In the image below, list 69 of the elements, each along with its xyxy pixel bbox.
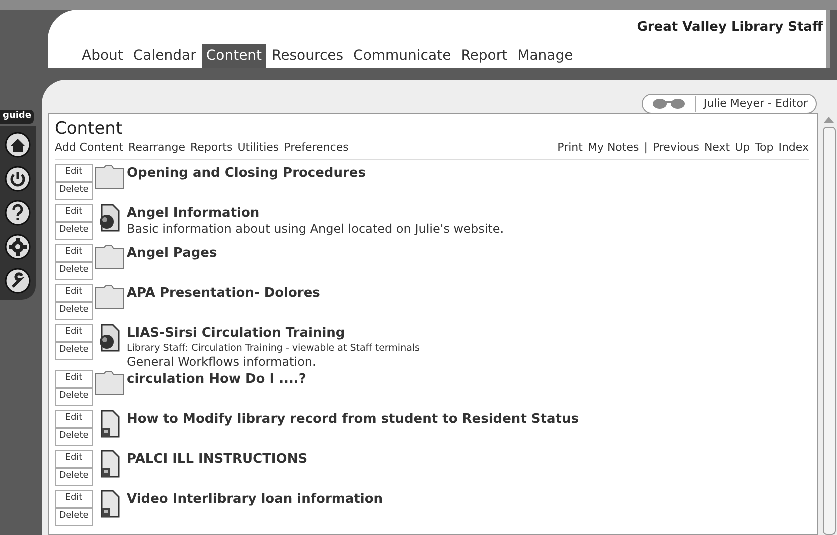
guide-label[interactable]: guide — [0, 110, 34, 124]
document-icon — [99, 450, 121, 478]
item-title[interactable]: LIAS-Sirsi Circulation Training — [127, 324, 420, 342]
edit-button[interactable]: Edit — [55, 370, 93, 388]
edit-button[interactable]: Edit — [55, 244, 93, 262]
scrollbar-thumb[interactable] — [822, 127, 836, 535]
page-title: Content — [55, 118, 124, 140]
item-description: General Workflows information. — [127, 354, 318, 370]
document-icon — [99, 410, 121, 438]
delete-button[interactable]: Delete — [55, 182, 93, 200]
home-icon[interactable] — [5, 132, 31, 158]
nav-link[interactable]: Index — [778, 140, 809, 156]
site-title: Great Valley Library Staff — [637, 19, 823, 37]
folder-icon — [95, 244, 125, 270]
edit-button[interactable]: Edit — [55, 164, 93, 182]
help-icon[interactable] — [5, 200, 31, 226]
folder-icon — [95, 164, 125, 190]
nav-link[interactable]: Previous — [652, 140, 700, 156]
nav-link[interactable]: Next — [704, 140, 730, 156]
delete-button[interactable]: Delete — [55, 468, 93, 486]
edit-button[interactable]: Edit — [55, 324, 93, 342]
link-separator: | — [644, 140, 648, 156]
item-title[interactable]: Angel Information — [127, 204, 504, 222]
item-title[interactable]: Video Interlibrary loan information — [127, 490, 384, 508]
action-link[interactable]: Utilities — [238, 140, 280, 156]
item-title[interactable]: Angel Pages — [127, 244, 218, 262]
settings-icon[interactable] — [5, 234, 31, 260]
edit-button[interactable]: Edit — [55, 450, 93, 468]
power-icon[interactable] — [5, 166, 31, 192]
item-description: Library Staff: Circulation Training - viewable at Staff terminals — [127, 342, 420, 354]
nav-tab[interactable]: Report — [457, 44, 512, 68]
action-link[interactable]: Rearrange — [128, 140, 186, 156]
document-icon — [99, 490, 121, 518]
delete-button[interactable]: Delete — [55, 508, 93, 526]
delete-button[interactable]: Delete — [55, 388, 93, 406]
delete-button[interactable]: Delete — [55, 428, 93, 446]
globe-document-icon — [99, 324, 121, 352]
wrench-icon[interactable] — [5, 268, 31, 294]
action-link[interactable]: Preferences — [284, 140, 349, 156]
user-name: Julie Meyer - Editor — [694, 96, 816, 112]
page-link[interactable]: Print — [558, 140, 583, 156]
nav-link[interactable]: Up — [735, 140, 750, 156]
edit-button[interactable]: Edit — [55, 410, 93, 428]
edit-button[interactable]: Edit — [55, 204, 93, 222]
delete-button[interactable]: Delete — [55, 302, 93, 320]
nav-tab[interactable]: Communicate — [350, 44, 456, 68]
item-title[interactable]: PALCI ILL INSTRUCTIONS — [127, 450, 308, 468]
item-title[interactable]: Opening and Closing Procedures — [127, 164, 366, 182]
nav-tab[interactable]: Content — [202, 44, 266, 68]
delete-button[interactable]: Delete — [55, 342, 93, 360]
edit-button[interactable]: Edit — [55, 490, 93, 508]
action-link[interactable]: Add Content — [55, 140, 124, 156]
item-title[interactable]: circulation How Do I ....? — [127, 370, 306, 388]
nav-tab[interactable]: Calendar — [129, 44, 200, 68]
item-description: Basic information about using Angel located on Julie's website. — [127, 222, 504, 236]
globe-document-icon — [99, 204, 121, 232]
delete-button[interactable]: Delete — [55, 262, 93, 280]
nav-tab[interactable]: About — [78, 44, 128, 68]
item-title[interactable]: APA Presentation- Dolores — [127, 284, 320, 302]
delete-button[interactable]: Delete — [55, 222, 93, 240]
edit-button[interactable]: Edit — [55, 284, 93, 302]
page-link[interactable]: My Notes — [588, 140, 640, 156]
folder-icon — [95, 284, 125, 310]
action-link[interactable]: Reports — [190, 140, 233, 156]
folder-icon — [95, 370, 125, 396]
nav-tab[interactable]: Manage — [514, 44, 578, 68]
nav-link[interactable]: Top — [755, 140, 774, 156]
item-title[interactable]: How to Modify library record from student to Resident Status — [127, 410, 579, 428]
nav-tab[interactable]: Resources — [268, 44, 348, 68]
